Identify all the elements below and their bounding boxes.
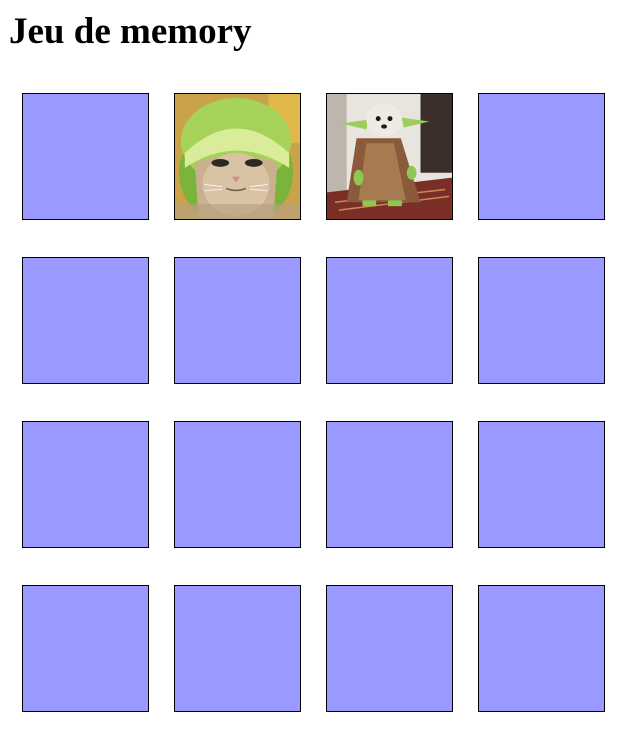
- memory-card-15[interactable]: [326, 585, 453, 712]
- memory-card-4[interactable]: [478, 93, 605, 220]
- dog-in-yoda-costume-image: [327, 94, 452, 219]
- memory-card-10[interactable]: [174, 421, 301, 548]
- memory-card-8[interactable]: [478, 257, 605, 384]
- memory-card-3[interactable]: [326, 93, 453, 220]
- memory-board: [22, 93, 605, 712]
- memory-card-12[interactable]: [478, 421, 605, 548]
- memory-card-11[interactable]: [326, 421, 453, 548]
- memory-card-7[interactable]: [326, 257, 453, 384]
- memory-card-16[interactable]: [478, 585, 605, 712]
- memory-card-13[interactable]: [22, 585, 149, 712]
- memory-card-14[interactable]: [174, 585, 301, 712]
- memory-card-5[interactable]: [22, 257, 149, 384]
- page-title: Jeu de memory: [9, 11, 252, 52]
- memory-card-1[interactable]: [22, 93, 149, 220]
- memory-card-6[interactable]: [174, 257, 301, 384]
- memory-card-9[interactable]: [22, 421, 149, 548]
- memory-card-2[interactable]: [174, 93, 301, 220]
- cat-in-lime-helmet-image: [175, 94, 300, 219]
